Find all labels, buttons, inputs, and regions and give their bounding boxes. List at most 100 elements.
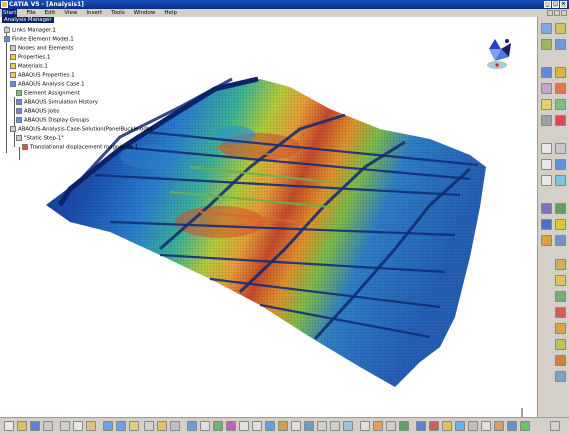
restraint-tool-icon-6[interactable] xyxy=(555,235,566,246)
fe-model-deformed-plot[interactable] xyxy=(0,17,537,417)
load-tool-icon-1[interactable] xyxy=(541,143,552,154)
menu-start[interactable]: Start xyxy=(2,9,18,17)
menu-insert[interactable]: Insert xyxy=(86,9,102,17)
restraint-tool-icon-5[interactable] xyxy=(541,235,552,246)
doc-restore-icon[interactable] xyxy=(554,10,560,16)
solve-tool-icon-4[interactable] xyxy=(555,307,566,318)
mesh-tool-icon-4[interactable] xyxy=(555,83,566,94)
rotate-icon[interactable] xyxy=(226,421,236,431)
plot-icon[interactable] xyxy=(520,421,530,431)
result-tool-icon-1[interactable] xyxy=(555,323,566,334)
formula-icon[interactable] xyxy=(144,421,154,431)
redo-icon[interactable] xyxy=(116,421,126,431)
cut-icon[interactable] xyxy=(60,421,70,431)
cut-plane-icon[interactable] xyxy=(455,421,465,431)
copy-icon[interactable] xyxy=(73,421,83,431)
image-layout-icon[interactable] xyxy=(507,421,517,431)
tree-node-abaqus-properties[interactable]: ABAQUS Properties.1 xyxy=(10,72,75,80)
zoom-out-icon[interactable] xyxy=(252,421,262,431)
fly-mode-icon[interactable] xyxy=(187,421,197,431)
tree-root[interactable]: Analysis Manager xyxy=(2,17,54,23)
open-icon[interactable] xyxy=(17,421,27,431)
analysis-icon[interactable] xyxy=(373,421,383,431)
solve-tool-icon-3[interactable] xyxy=(555,291,566,302)
catalog-icon[interactable] xyxy=(157,421,167,431)
mesh-tool-icon-2[interactable] xyxy=(555,67,566,78)
load-tool-icon-6[interactable] xyxy=(555,175,566,186)
load-tool-icon-4[interactable] xyxy=(555,159,566,170)
result-tool-icon-4[interactable] xyxy=(555,371,566,382)
new-icon[interactable] xyxy=(4,421,14,431)
report-icon[interactable] xyxy=(481,421,491,431)
info-icon[interactable] xyxy=(468,421,478,431)
menu-help[interactable]: Help xyxy=(164,9,177,17)
zoom-in-icon[interactable] xyxy=(239,421,249,431)
load-tool-icon-2[interactable] xyxy=(555,143,566,154)
pan-icon[interactable] xyxy=(213,421,223,431)
mesh-tool-icon-1[interactable] xyxy=(541,67,552,78)
analysis-tool-icon-4[interactable] xyxy=(555,39,566,50)
multi-view-icon[interactable] xyxy=(278,421,288,431)
whats-this-icon[interactable] xyxy=(129,421,139,431)
tree-node-links-manager[interactable]: Links Manager.1 xyxy=(4,27,56,35)
mesh-tool-icon-5[interactable] xyxy=(541,99,552,110)
mesh-tool-icon-8[interactable] xyxy=(555,115,566,126)
restraint-tool-icon-2[interactable] xyxy=(555,203,566,214)
section-icon[interactable] xyxy=(386,421,396,431)
measure-icon[interactable] xyxy=(360,421,370,431)
tree-node-static-step[interactable]: "Static Step-1" xyxy=(16,135,64,143)
result-tool-icon-2[interactable] xyxy=(555,339,566,350)
mesh-tool-icon-6[interactable] xyxy=(555,99,566,110)
swap-space-icon[interactable] xyxy=(330,421,340,431)
animate-icon[interactable] xyxy=(429,421,439,431)
analysis-tool-icon-2[interactable] xyxy=(555,23,566,34)
tree-node-materials[interactable]: Materials.1 xyxy=(10,63,48,71)
print-icon[interactable] xyxy=(43,421,53,431)
solve-tool-icon-1[interactable] xyxy=(555,259,566,270)
tree-node-finite-element-model[interactable]: Finite Element Model.1 xyxy=(4,36,74,44)
doc-minimize-icon[interactable] xyxy=(547,10,553,16)
close-icon[interactable]: × xyxy=(560,1,567,8)
menu-edit[interactable]: Edit xyxy=(45,9,56,17)
tree-node-display-groups[interactable]: ABAQUS Display Groups xyxy=(16,117,89,125)
tree-node-simulation-history[interactable]: ABAQUS Simulation History xyxy=(16,99,98,107)
shading-icon[interactable] xyxy=(304,421,314,431)
tree-node-analysis-case[interactable]: ABAQUS Analysis Case.1 xyxy=(10,81,85,89)
tree-node-properties[interactable]: Properties.1 xyxy=(10,54,50,62)
mesh-tool-icon-3[interactable] xyxy=(541,83,552,94)
iso-view-icon[interactable] xyxy=(291,421,301,431)
extremum-icon[interactable] xyxy=(494,421,504,431)
fit-all-icon[interactable] xyxy=(200,421,210,431)
material-icon[interactable] xyxy=(399,421,409,431)
save-icon[interactable] xyxy=(30,421,40,431)
deformation-icon[interactable] xyxy=(442,421,452,431)
tree-node-case-solution[interactable]: ABAQUS-Analysis-Case-Solution(PanelBuckl… xyxy=(10,126,152,134)
toolbar-overflow-icon[interactable] xyxy=(550,421,560,431)
paste-icon[interactable] xyxy=(86,421,96,431)
menu-tools[interactable]: Tools xyxy=(111,9,125,17)
menu-window[interactable]: Window xyxy=(134,9,156,17)
restraint-tool-icon-4[interactable] xyxy=(555,219,566,230)
mesh-tool-icon-7[interactable] xyxy=(541,115,552,126)
3d-viewport[interactable]: Analysis Manager Links Manager.1 Finite … xyxy=(0,17,537,417)
load-tool-icon-5[interactable] xyxy=(541,175,552,186)
menu-view[interactable]: View xyxy=(64,9,77,17)
analysis-tool-icon-3[interactable] xyxy=(541,39,552,50)
load-tool-icon-3[interactable] xyxy=(541,159,552,170)
result-tool-icon-3[interactable] xyxy=(555,355,566,366)
maximize-icon[interactable]: □ xyxy=(552,1,559,8)
restraint-tool-icon-3[interactable] xyxy=(541,219,552,230)
menu-file[interactable]: File xyxy=(26,9,35,17)
tree-node-element-assignment[interactable]: Element Assignment xyxy=(16,90,80,98)
solve-tool-icon-2[interactable] xyxy=(555,275,566,286)
knowledge-icon[interactable] xyxy=(170,421,180,431)
tree-node-displacement-magnitude[interactable]: Translational displacement magnitude.1 xyxy=(22,144,138,152)
tree-node-abaqus-jobs[interactable]: ABAQUS Jobs xyxy=(16,108,59,116)
undo-icon[interactable] xyxy=(103,421,113,431)
compass-icon[interactable] xyxy=(481,33,521,73)
tree-node-nodes-elements[interactable]: Nodes and Elements xyxy=(10,45,74,53)
normal-view-icon[interactable] xyxy=(265,421,275,431)
doc-close-icon[interactable] xyxy=(561,10,567,16)
restraint-tool-icon-1[interactable] xyxy=(541,203,552,214)
minimize-icon[interactable]: _ xyxy=(544,1,551,8)
